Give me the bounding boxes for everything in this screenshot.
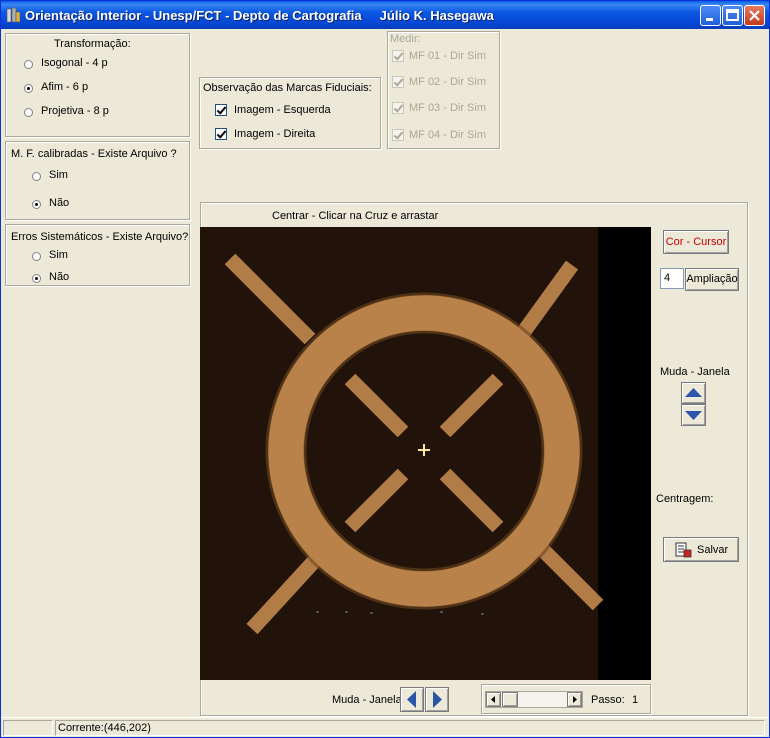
mf-calibradas-title: M. F. calibradas - Existe Arquivo ? bbox=[11, 148, 177, 160]
scroll-right-icon bbox=[573, 696, 577, 703]
salvar-label: Salvar bbox=[697, 544, 729, 556]
observacao-group: Observação das Marcas Fiduciais: Imagem … bbox=[199, 77, 381, 149]
salvar-button[interactable]: Salvar bbox=[663, 537, 739, 562]
radio-erros-sim[interactable] bbox=[32, 252, 41, 261]
cor-cursor-button[interactable]: Cor - Cursor bbox=[663, 230, 729, 254]
status-bar: Corrente:(446,202) bbox=[1, 717, 769, 737]
muda-janela-label-right: Muda - Janela bbox=[660, 366, 730, 378]
label-mf-sim: Sim bbox=[49, 169, 68, 181]
checkbox-mf04[interactable] bbox=[392, 129, 404, 141]
close-button[interactable] bbox=[744, 5, 765, 26]
passo-scrollbar[interactable] bbox=[485, 691, 583, 708]
radio-afim[interactable] bbox=[24, 84, 33, 93]
scroll-left-button[interactable] bbox=[486, 692, 501, 707]
label-mf04: MF 04 - Dir Sim bbox=[409, 129, 486, 141]
window-down-button[interactable] bbox=[681, 404, 706, 426]
centragem-label: Centragem: bbox=[656, 493, 714, 505]
medir-title: Medir: bbox=[390, 33, 421, 45]
fiducial-image-viewer[interactable] bbox=[200, 227, 651, 680]
checkbox-mf03[interactable] bbox=[392, 102, 404, 114]
maximize-button[interactable] bbox=[722, 5, 743, 26]
corrente-coordinates: Corrente:(446,202) bbox=[58, 722, 151, 734]
label-mf03: MF 03 - Dir Sim bbox=[409, 102, 486, 114]
save-icon bbox=[675, 542, 692, 558]
scroll-left-icon bbox=[491, 696, 495, 703]
arrow-up-icon bbox=[685, 388, 702, 397]
scroll-thumb[interactable] bbox=[502, 692, 518, 707]
window-left-button[interactable] bbox=[400, 687, 424, 712]
label-imagem-esquerda: Imagem - Esquerda bbox=[234, 104, 331, 116]
radio-mf-sim[interactable] bbox=[32, 172, 41, 181]
mf-calibradas-group: M. F. calibradas - Existe Arquivo ? Sim … bbox=[5, 141, 190, 220]
ampliacao-button[interactable]: Ampliação bbox=[685, 268, 739, 291]
label-mf01: MF 01 - Dir Sim bbox=[409, 50, 486, 62]
label-isogonal: Isogonal - 4 p bbox=[41, 57, 108, 69]
title-bar[interactable]: Orientação Interior - Unesp/FCT - Depto … bbox=[1, 1, 769, 29]
checkbox-mf01[interactable] bbox=[392, 50, 404, 62]
window-title: Orientação Interior - Unesp/FCT - Depto … bbox=[25, 8, 494, 23]
radio-projetiva[interactable] bbox=[24, 108, 33, 117]
transformacao-title: Transformação: bbox=[54, 38, 131, 50]
label-projetiva: Projetiva - 8 p bbox=[41, 105, 109, 117]
close-icon bbox=[749, 10, 760, 21]
label-mf02: MF 02 - Dir Sim bbox=[409, 76, 486, 88]
observacao-title: Observação das Marcas Fiduciais: bbox=[203, 82, 372, 94]
label-erros-sim: Sim bbox=[49, 249, 68, 261]
checkbox-imagem-esquerda[interactable] bbox=[215, 104, 227, 116]
app-icon bbox=[6, 7, 21, 23]
transformacao-group: Transformação: Isogonal - 4 p Afim - 6 p… bbox=[5, 33, 190, 137]
erros-group: Erros Sistemáticos - Existe Arquivo? Sim… bbox=[5, 224, 190, 286]
label-mf-nao: Não bbox=[49, 197, 70, 209]
main-window: Orientação Interior - Unesp/FCT - Depto … bbox=[0, 0, 770, 738]
viewer-caption: Centrar - Clicar na Cruz e arrastar bbox=[272, 210, 439, 222]
minimize-button[interactable] bbox=[700, 5, 721, 26]
checkbox-mf02[interactable] bbox=[392, 76, 404, 88]
minimize-icon bbox=[706, 18, 713, 21]
muda-janela-label-bottom: Muda - Janela bbox=[332, 694, 402, 706]
ampliacao-input[interactable]: 4 bbox=[660, 268, 684, 289]
maximize-icon bbox=[726, 9, 739, 21]
erros-title: Erros Sistemáticos - Existe Arquivo? bbox=[11, 231, 189, 243]
passo-label: Passo: bbox=[591, 694, 625, 706]
window-right-button[interactable] bbox=[425, 687, 449, 712]
label-afim: Afim - 6 p bbox=[41, 81, 89, 93]
radio-mf-nao[interactable] bbox=[32, 200, 41, 209]
arrow-left-icon bbox=[407, 691, 416, 708]
status-cell-empty bbox=[3, 720, 53, 736]
window-up-button[interactable] bbox=[681, 382, 706, 404]
arrow-right-icon bbox=[433, 691, 442, 708]
passo-value: 1 bbox=[632, 694, 639, 706]
status-cell-corrente: Corrente:(446,202) bbox=[55, 720, 765, 736]
label-erros-nao: Não bbox=[49, 271, 70, 283]
medir-group: Medir: MF 01 - Dir Sim MF 02 - Dir Sim M… bbox=[387, 31, 500, 149]
label-imagem-direita: Imagem - Direita bbox=[234, 128, 316, 140]
checkbox-imagem-direita[interactable] bbox=[215, 128, 227, 140]
fiducial-mark-image bbox=[200, 227, 651, 680]
radio-isogonal[interactable] bbox=[24, 60, 33, 69]
scroll-right-button[interactable] bbox=[567, 692, 582, 707]
arrow-down-icon bbox=[685, 411, 702, 420]
radio-erros-nao[interactable] bbox=[32, 274, 41, 283]
